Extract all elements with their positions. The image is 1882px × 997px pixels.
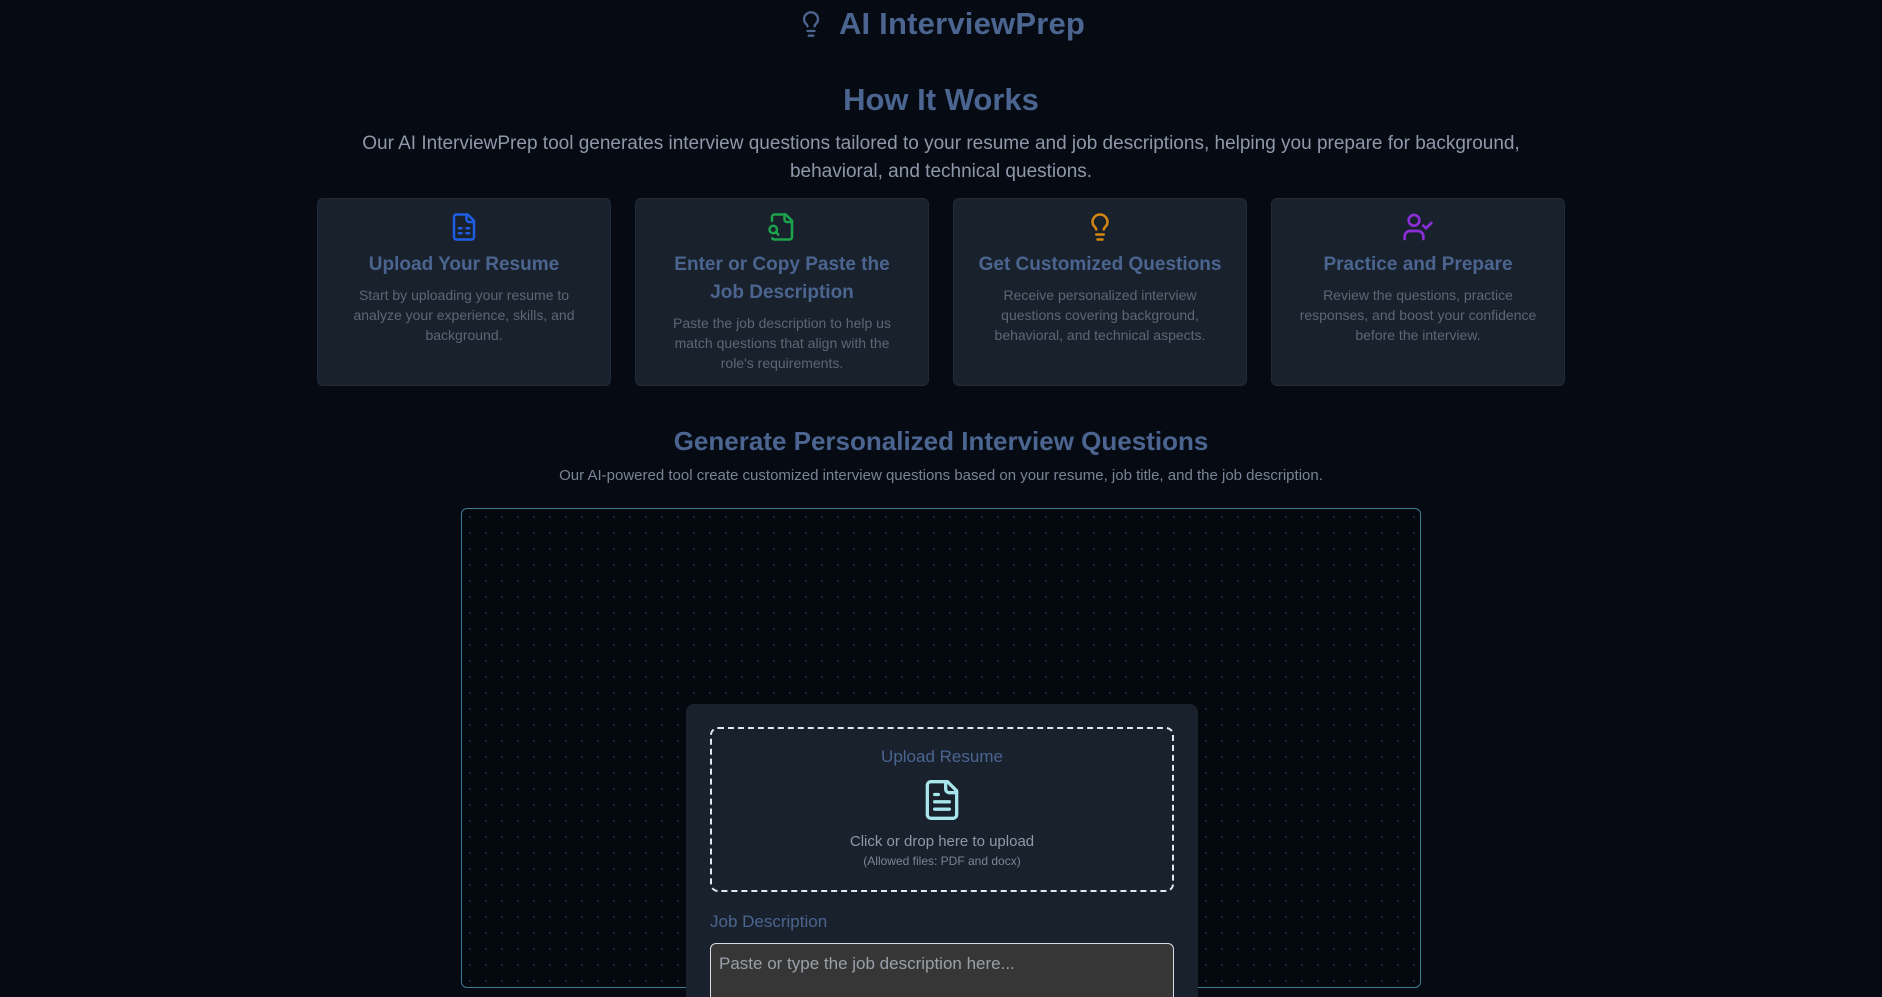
step-description: Review the questions, practice responses…: [1299, 287, 1537, 343]
lightbulb-icon: [797, 9, 825, 39]
step-description: Paste the job description to help us mat…: [673, 315, 891, 371]
step-card-job-description: Enter or Copy Paste the Job Description …: [635, 198, 929, 386]
step-title: Enter or Copy Paste the Job Description: [674, 254, 890, 303]
step-title: Upload Your Resume: [368, 254, 560, 275]
user-check-icon: [1282, 211, 1554, 243]
how-it-works-description: Our AI InterviewPrep tool generates inte…: [362, 133, 1520, 182]
file-spreadsheet-icon: [328, 211, 600, 243]
allowed-files-note: (Allowed files: PDF and docx): [863, 854, 1021, 868]
step-description: Start by uploading your resume to analyz…: [353, 287, 575, 343]
generator-description: Our AI-powered tool create customized in…: [559, 467, 1323, 484]
step-title: Practice and Prepare: [1323, 254, 1513, 275]
app-header: AI InterviewPrep: [0, 0, 1882, 46]
step-description: Receive personalized interview questions…: [994, 287, 1206, 343]
app-title[interactable]: AI InterviewPrep: [839, 6, 1085, 42]
job-description-input[interactable]: [710, 943, 1174, 997]
how-it-works-title: How It Works: [843, 82, 1039, 117]
upload-instructions: Click or drop here to upload: [849, 833, 1035, 850]
lightbulb-icon: [964, 211, 1236, 243]
step-card-upload-resume: Upload Your Resume Start by uploading yo…: [317, 198, 611, 386]
steps-list: Upload Your Resume Start by uploading yo…: [0, 198, 1882, 386]
step-card-practice: Practice and Prepare Review the question…: [1271, 198, 1565, 386]
generator-title: Generate Personalized Interview Question…: [673, 426, 1209, 456]
file-text-icon: [712, 775, 1172, 825]
file-search-icon: [646, 211, 918, 243]
step-card-customized-questions: Get Customized Questions Receive persona…: [953, 198, 1247, 386]
generator-panel: Upload Resume Click or drop here to uplo…: [461, 508, 1421, 997]
how-it-works-section: How It Works Our AI InterviewPrep tool g…: [0, 82, 1882, 386]
job-description-label: Job Description: [710, 912, 828, 931]
generator-form: Upload Resume Click or drop here to uplo…: [686, 704, 1198, 997]
resume-dropzone[interactable]: Upload Resume Click or drop here to uplo…: [710, 727, 1174, 892]
generator-section: Generate Personalized Interview Question…: [0, 426, 1882, 997]
step-title: Get Customized Questions: [978, 254, 1222, 275]
upload-resume-label: Upload Resume: [881, 747, 1003, 766]
